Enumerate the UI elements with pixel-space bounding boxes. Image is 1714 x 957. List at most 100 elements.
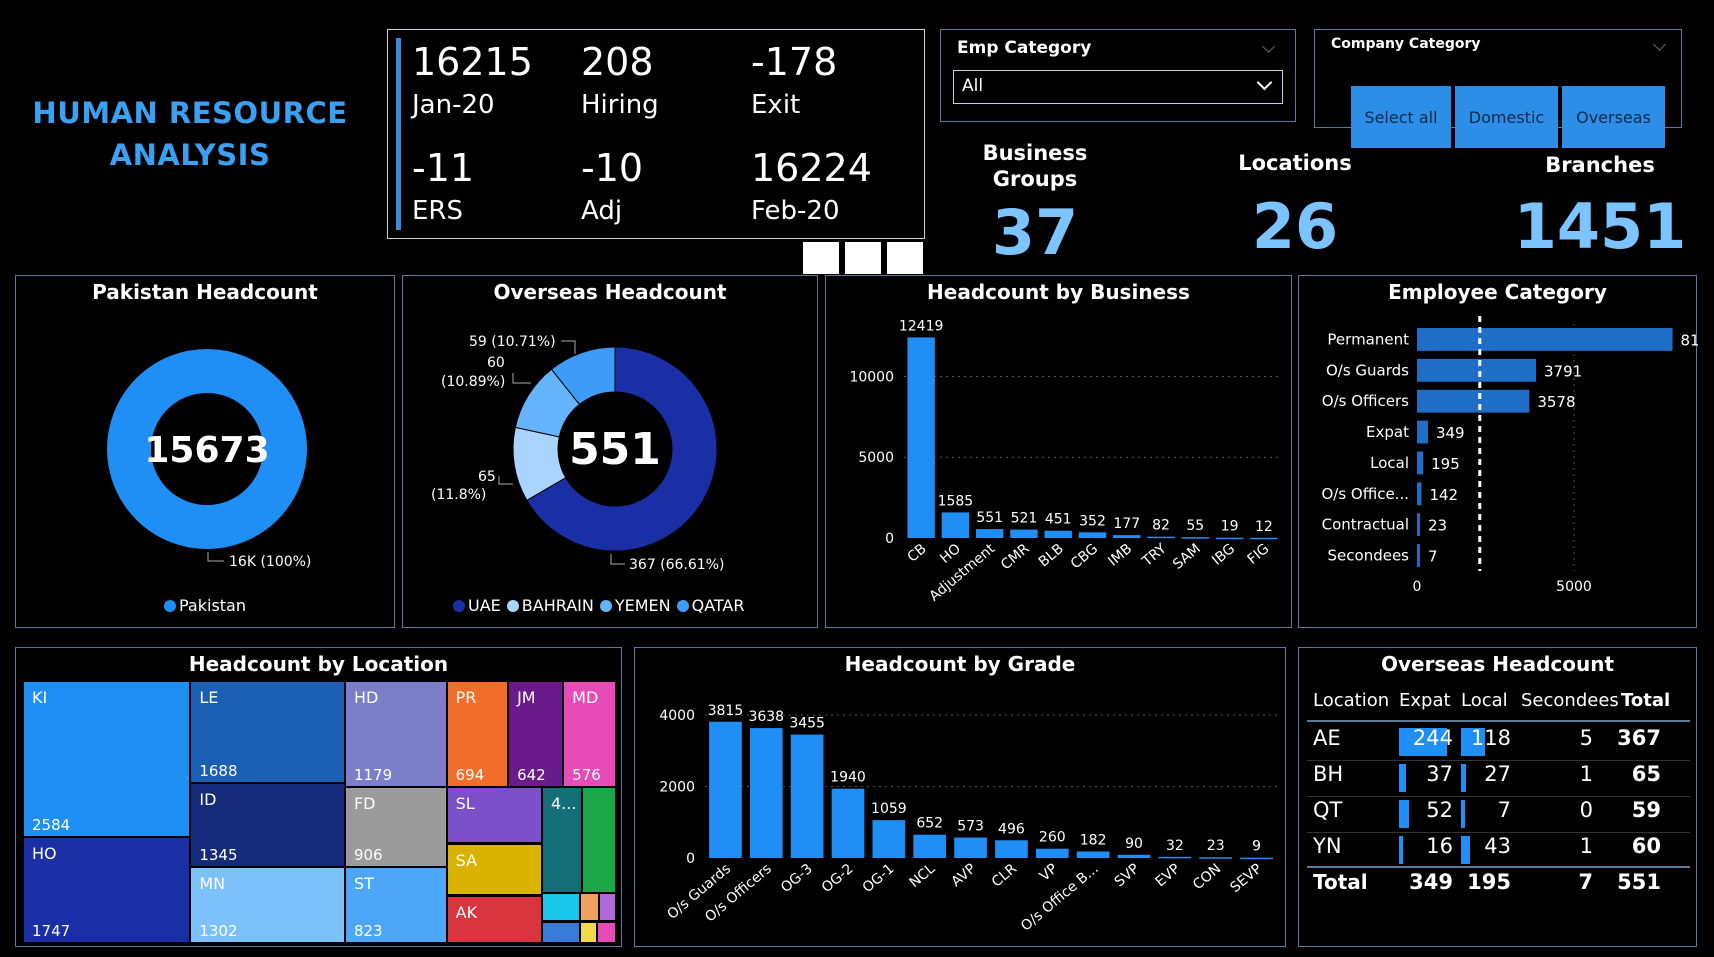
column-header[interactable]: Local xyxy=(1461,690,1508,711)
page-nav-square[interactable] xyxy=(845,242,881,274)
treemap-tile-ki[interactable]: KI 2584 xyxy=(24,682,190,836)
bar[interactable] xyxy=(1215,537,1244,540)
treemap-tile-le[interactable]: LE 1688 xyxy=(191,682,344,782)
business-groups-label-2: Groups xyxy=(992,167,1078,191)
expat-value: 37 xyxy=(1426,762,1453,786)
chevron-down-icon[interactable] xyxy=(1653,38,1666,51)
bar[interactable] xyxy=(1240,857,1273,860)
data-label: 9 xyxy=(1252,839,1261,855)
bar[interactable] xyxy=(907,337,935,538)
company-option-overseas[interactable]: Overseas xyxy=(1562,86,1665,148)
column-header[interactable]: Secondees xyxy=(1521,690,1619,711)
bar[interactable] xyxy=(1010,529,1038,538)
x-tick-label: SAM xyxy=(1170,541,1204,573)
bar[interactable] xyxy=(1199,857,1233,859)
x-tick-label: AVP xyxy=(948,861,979,890)
treemap-tile[interactable] xyxy=(581,894,599,921)
bar[interactable] xyxy=(1417,328,1673,351)
bar[interactable] xyxy=(1417,451,1424,475)
treemap-tile[interactable] xyxy=(542,922,579,942)
bar[interactable] xyxy=(1417,389,1530,413)
legend-item[interactable]: UAE xyxy=(453,596,501,615)
treemap-tile-pr[interactable]: PR 694 xyxy=(447,682,507,786)
kpi-value: 16224 xyxy=(751,146,872,190)
bar[interactable] xyxy=(709,721,742,858)
bar[interactable] xyxy=(1117,854,1151,858)
treemap-tile-ak[interactable]: AK xyxy=(447,896,541,942)
secondees-value: 0 xyxy=(1579,798,1593,822)
page-nav-square[interactable] xyxy=(887,242,923,274)
emp-category-dropdown[interactable]: All xyxy=(953,70,1283,104)
column-header[interactable]: Total xyxy=(1621,690,1670,711)
donut-center-value: 15673 xyxy=(144,430,269,471)
bar[interactable] xyxy=(1044,530,1072,538)
bar[interactable] xyxy=(872,820,906,858)
bar[interactable] xyxy=(954,837,987,858)
bar[interactable] xyxy=(1417,544,1420,567)
legend-item[interactable]: Pakistan xyxy=(164,596,246,615)
bar[interactable] xyxy=(1078,532,1107,538)
emp-category-slicer: Emp Category All xyxy=(940,29,1296,122)
bar[interactable] xyxy=(1181,537,1210,539)
bar[interactable] xyxy=(1076,851,1110,859)
treemap-tile[interactable] xyxy=(581,922,596,942)
bar[interactable] xyxy=(1417,513,1420,537)
treemap-tile-ho[interactable]: HO 1747 xyxy=(24,838,190,942)
bar[interactable] xyxy=(941,512,970,538)
company-option-select-all[interactable]: Select all xyxy=(1351,86,1451,148)
data-label: 573 xyxy=(957,819,984,835)
treemap-tile-id[interactable]: ID 1345 xyxy=(191,783,344,867)
secondees-value: 5 xyxy=(1579,726,1593,750)
bar[interactable] xyxy=(913,834,947,858)
total-local: 195 xyxy=(1467,870,1511,894)
expat-value: 52 xyxy=(1426,798,1453,822)
treemap-tile-mn[interactable]: MN 1302 xyxy=(191,868,344,942)
bar[interactable] xyxy=(1147,536,1175,539)
bar[interactable] xyxy=(831,788,865,858)
x-tick-label: FIG xyxy=(1245,541,1273,568)
bar[interactable] xyxy=(1158,856,1192,859)
legend-item[interactable]: QATAR xyxy=(676,596,744,615)
x-tick-label: IMB xyxy=(1105,541,1135,570)
leader-line xyxy=(610,554,625,565)
treemap-tile[interactable] xyxy=(542,894,579,921)
treemap-tile[interactable] xyxy=(600,894,615,921)
bar[interactable] xyxy=(1417,482,1422,506)
treemap-tile-fd[interactable]: FD 906 xyxy=(345,788,446,867)
chevron-down-icon[interactable] xyxy=(1262,40,1275,53)
legend-item[interactable]: BAHRAIN xyxy=(506,596,594,615)
legend-item[interactable]: YEMEN xyxy=(599,596,671,615)
treemap-tile-hd[interactable]: HD 1179 xyxy=(345,682,446,786)
company-option-domestic[interactable]: Domestic xyxy=(1455,86,1558,148)
tile-label: AK xyxy=(455,902,478,922)
bar[interactable] xyxy=(1417,420,1428,444)
treemap-tile-st[interactable]: ST 823 xyxy=(345,868,446,942)
bar[interactable] xyxy=(1250,537,1278,540)
bar[interactable] xyxy=(749,728,783,858)
treemap-tile-sl[interactable]: SL xyxy=(447,788,541,843)
bar[interactable] xyxy=(1113,535,1141,538)
employee-category-bar-chart: 0 5000 Permanent 8139 O/s Guards 3791 O/s Offi… xyxy=(1321,316,1698,595)
overseas-table: Location Expat Local Secondees Total AE 244 118… xyxy=(1299,648,1698,948)
leader-line xyxy=(207,552,224,562)
kpi-value: -11 xyxy=(412,146,475,190)
tile-value: 642 xyxy=(517,766,546,784)
bar[interactable] xyxy=(1417,358,1537,382)
page-nav-square[interactable] xyxy=(803,242,839,274)
column-header[interactable]: Expat xyxy=(1399,690,1451,711)
treemap-tile[interactable] xyxy=(598,922,615,942)
treemap-tile-md[interactable]: MD 576 xyxy=(564,682,615,786)
bar[interactable] xyxy=(975,529,1004,538)
bar[interactable] xyxy=(790,734,824,858)
treemap-tile[interactable] xyxy=(583,788,615,893)
row-location: QT xyxy=(1313,798,1343,822)
treemap-tile-4[interactable]: 4... xyxy=(542,788,582,893)
bar[interactable] xyxy=(1035,848,1069,858)
column-header[interactable]: Location xyxy=(1313,690,1389,711)
row-location: BH xyxy=(1313,762,1344,786)
data-label: 12419 xyxy=(899,318,944,334)
treemap-tile-jm[interactable]: JM 642 xyxy=(509,682,563,786)
treemap-tile-sa[interactable]: SA xyxy=(447,844,541,895)
x-tick-label: CMR xyxy=(998,541,1033,574)
bar[interactable] xyxy=(995,840,1028,858)
